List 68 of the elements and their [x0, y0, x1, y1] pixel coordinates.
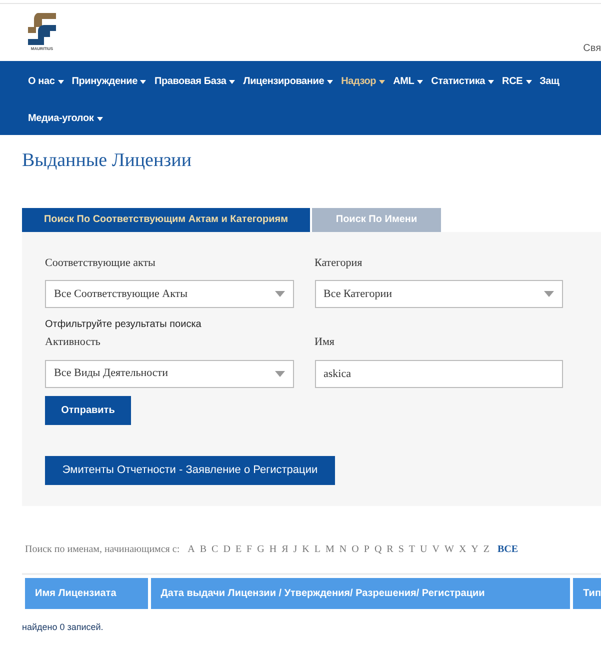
page-title: Выданные Лицензии — [22, 149, 192, 173]
register-button[interactable]: Эмитенты Отчетности - Заявление о Регистрации — [45, 456, 335, 484]
letter-link[interactable]: P — [364, 542, 370, 556]
letter-link[interactable]: E — [235, 542, 242, 556]
nav-item[interactable]: RCE — [502, 74, 532, 89]
letter-link[interactable]: U — [420, 542, 428, 556]
dropdown-triangle-icon — [544, 291, 554, 297]
caret-icon — [327, 80, 334, 84]
dropdown-triangle-icon — [274, 291, 284, 297]
name-input-field[interactable]: askica — [314, 360, 563, 388]
caret-icon — [140, 80, 146, 84]
letter-link[interactable]: Z — [483, 542, 490, 556]
field-label: Активность — [45, 335, 102, 350]
letter-link[interactable]: O — [352, 542, 359, 556]
letter-link[interactable]: K — [302, 542, 310, 556]
letter-link[interactable]: L — [314, 542, 320, 556]
letter-link[interactable]: M — [326, 542, 334, 556]
letter-link[interactable]: Я — [282, 542, 288, 556]
nav-item[interactable]: Надзор — [341, 74, 386, 89]
select-field[interactable]: Все Категории — [314, 280, 563, 308]
field-label: Категория — [314, 256, 364, 270]
field-label: Соответствующие акты — [45, 256, 156, 270]
caret-icon — [417, 80, 424, 84]
nav-item[interactable]: Медиа-уголок — [28, 111, 103, 126]
caret-icon — [229, 80, 236, 84]
letter-link[interactable]: X — [458, 542, 466, 556]
letter-link[interactable]: D — [223, 542, 230, 556]
letter-link[interactable]: B — [200, 542, 207, 556]
submit-button[interactable]: Отправить — [45, 396, 131, 424]
dropdown-triangle-icon — [274, 370, 284, 376]
caret-icon — [488, 80, 494, 84]
letter-link[interactable]: T — [408, 542, 416, 556]
table-header-cell: Тип — [573, 578, 601, 608]
letter-link[interactable]: Y — [471, 542, 478, 556]
letter-link[interactable]: R — [386, 542, 394, 556]
alphabet-label: Поиск по именам, начинающимся с: — [25, 542, 180, 556]
nav-item[interactable]: Правовая База — [154, 74, 236, 89]
nav-item[interactable]: Статистика — [431, 74, 494, 89]
field-label: Имя — [314, 335, 336, 350]
letter-link[interactable]: F — [246, 542, 252, 556]
nav-item[interactable]: Принуждение — [72, 74, 146, 89]
caret-icon — [96, 116, 103, 120]
caret-icon — [526, 80, 532, 84]
caret-icon — [58, 80, 64, 84]
nav-item[interactable]: AML — [393, 74, 424, 89]
letter-link[interactable]: W — [444, 542, 454, 556]
top-link[interactable]: Свя — [583, 41, 601, 56]
letter-link[interactable]: V — [432, 542, 440, 556]
letter-link[interactable]: G — [257, 542, 264, 556]
all-letters-link[interactable]: ВСЕ — [498, 542, 518, 556]
letter-link[interactable]: N — [339, 542, 347, 556]
letter-link[interactable]: Q — [374, 542, 382, 556]
nav-item[interactable]: Защ — [540, 74, 560, 89]
filter-note: Отфильтруйте результаты поиска — [45, 318, 202, 332]
letter-link[interactable]: J — [293, 542, 298, 556]
select-field[interactable]: Все Соответствующие Акты — [45, 280, 294, 308]
results-count: найдено 0 записей. — [22, 620, 104, 634]
letter-link[interactable]: H — [269, 542, 277, 556]
nav-item[interactable]: Лицензирование — [243, 74, 334, 89]
caret-icon — [379, 80, 386, 84]
letter-link[interactable]: C — [212, 542, 218, 556]
nav-item[interactable]: О нас — [28, 74, 64, 89]
table-header-cell: Дата выдачи Лицензии / Утверждения/ Разрешения/ Регистрации — [150, 578, 570, 608]
select-field[interactable]: Все Виды Деятельности — [45, 360, 294, 388]
letter-link[interactable]: A — [188, 542, 195, 556]
letter-link[interactable]: S — [398, 542, 404, 556]
search-tab[interactable]: Поиск По Соответствующим Актам и Категориям — [22, 208, 310, 232]
table-header-cell: Имя Лицензиата — [25, 578, 148, 608]
